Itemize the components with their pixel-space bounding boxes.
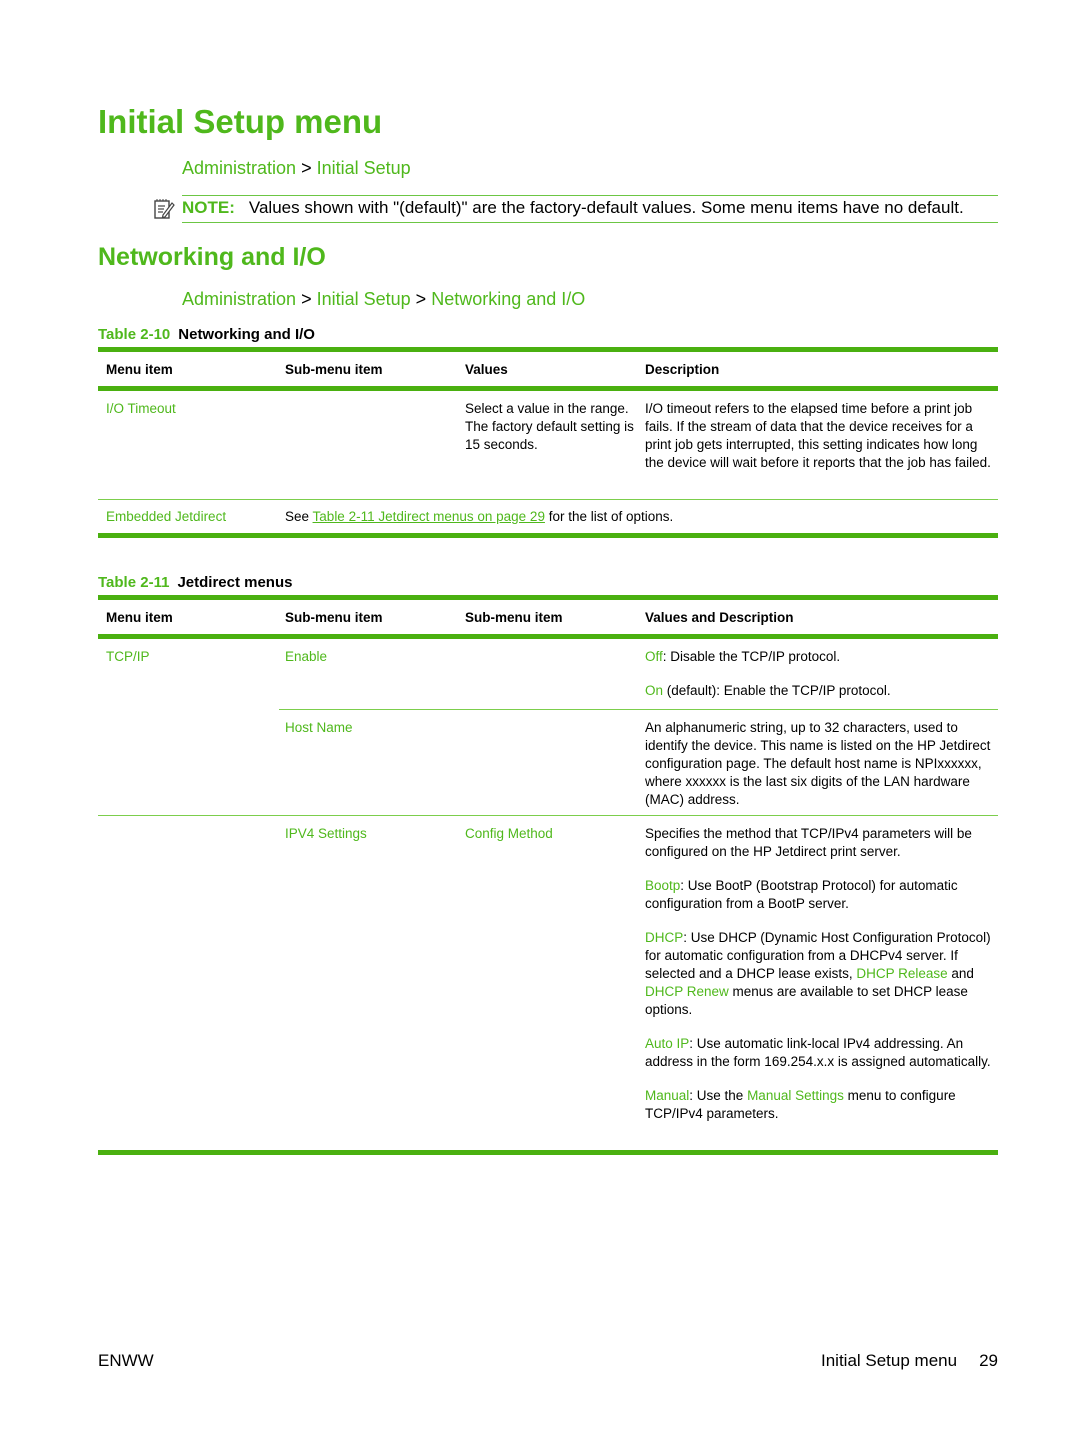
manual-settings-link[interactable]: Manual Settings <box>747 1088 844 1103</box>
table-row: IPV4 Settings Config Method Specifies th… <box>98 816 998 1150</box>
submenu-item-config-method[interactable]: Config Method <box>465 825 553 843</box>
column-header: Description <box>645 362 720 377</box>
breadcrumb-separator: > <box>301 158 312 178</box>
table-2-11-link[interactable]: Table 2-11 Jetdirect menus on page 29 <box>313 509 545 524</box>
menu-item-io-timeout[interactable]: I/O Timeout <box>106 400 176 418</box>
dhcp-release-link[interactable]: DHCP Release <box>856 966 947 981</box>
table-row: I/O Timeout Select a value in the range.… <box>98 391 998 499</box>
values-cell: Select a value in the range. The factory… <box>465 401 634 452</box>
breadcrumb-separator: > <box>301 289 312 309</box>
column-header: Sub-menu item <box>465 610 563 625</box>
value-key-dhcp[interactable]: DHCP <box>645 930 683 945</box>
value-key-autoip[interactable]: Auto IP <box>645 1036 689 1051</box>
value-text: and <box>947 966 974 981</box>
table-rule <box>98 533 998 538</box>
breadcrumb-item[interactable]: Networking and I/O <box>431 289 585 309</box>
column-header: Menu item <box>106 610 173 625</box>
breadcrumb-networking: Administration > Initial Setup > Network… <box>182 289 585 310</box>
table-caption-2-10: Table 2-10 Networking and I/O <box>98 326 315 344</box>
submenu-item-ipv4-settings[interactable]: IPV4 Settings <box>285 825 367 843</box>
value-text: : Use automatic link-local IPv4 addressi… <box>645 1036 991 1069</box>
column-header: Menu item <box>106 362 173 377</box>
note-pencil-icon <box>154 199 175 219</box>
value-text: : Disable the TCP/IP protocol. <box>662 649 841 664</box>
table-header-row: Menu item Sub-menu item Values Descripti… <box>98 352 998 386</box>
enable-values: Off: Disable the TCP/IP protocol. On (de… <box>645 648 995 716</box>
see-prefix: See <box>285 509 310 524</box>
table-rule <box>98 1150 998 1155</box>
value-entry-manual: Manual: Use the Manual Settings menu to … <box>645 1087 995 1123</box>
value-key-on[interactable]: On <box>645 683 663 698</box>
value-entry-bootp: Bootp: Use BootP (Bootstrap Protocol) fo… <box>645 877 995 913</box>
table-row: Embedded Jetdirect See Table 2-11 Jetdir… <box>98 500 998 533</box>
column-header: Values and Description <box>645 610 794 625</box>
breadcrumb-item[interactable]: Initial Setup <box>317 289 411 309</box>
jetdirect-menus-table: Menu item Sub-menu item Sub-menu item Va… <box>98 595 998 1155</box>
breadcrumb-initial-setup: Administration > Initial Setup <box>182 158 411 179</box>
table-title: Jetdirect menus <box>177 574 293 591</box>
column-header: Sub-menu item <box>285 362 383 377</box>
description-cell: I/O timeout refers to the elapsed time b… <box>645 401 991 470</box>
value-key-bootp[interactable]: Bootp <box>645 878 680 893</box>
note-label: NOTE: <box>182 198 235 217</box>
see-suffix: for the list of options. <box>548 509 674 524</box>
note-text: Values shown with "(default)" are the fa… <box>248 198 964 217</box>
value-text: : Use the <box>689 1088 748 1103</box>
see-reference: See Table 2-11 Jetdirect menus on page 2… <box>285 508 673 526</box>
column-header: Sub-menu item <box>285 610 383 625</box>
breadcrumb-item[interactable]: Administration <box>182 158 296 178</box>
table-row: Host Name An alphanumeric string, up to … <box>98 710 998 815</box>
value-key-manual[interactable]: Manual <box>645 1088 689 1103</box>
page-title: Initial Setup menu <box>98 103 383 140</box>
value-key-off[interactable]: Off <box>645 649 663 664</box>
footer-section: Initial Setup menu <box>820 1351 958 1370</box>
menu-item-embedded-jetdirect[interactable]: Embedded Jetdirect <box>106 508 226 526</box>
value-entry-autoip: Auto IP: Use automatic link-local IPv4 a… <box>645 1035 995 1071</box>
column-header: Values <box>465 362 508 377</box>
section-title: Networking and I/O <box>98 243 326 271</box>
submenu-item-host-name[interactable]: Host Name <box>285 719 353 737</box>
host-name-description: An alphanumeric string, up to 32 charact… <box>645 720 991 807</box>
note-box: NOTE: Values shown with "(default)" are t… <box>154 195 998 223</box>
table-caption-2-11: Table 2-11 Jetdirect menus <box>98 574 293 592</box>
dhcp-renew-link[interactable]: DHCP Renew <box>645 984 729 999</box>
footer-page-info: Initial Setup menu 29 <box>821 1351 998 1371</box>
breadcrumb-separator: > <box>415 289 427 309</box>
table-title: Networking and I/O <box>178 326 315 343</box>
table-number: Table 2-10 <box>98 326 171 343</box>
footer-locale: ENWW <box>98 1351 154 1370</box>
networking-io-table: Menu item Sub-menu item Values Descripti… <box>98 347 998 538</box>
table-header-row: Menu item Sub-menu item Sub-menu item Va… <box>98 600 998 634</box>
value-text: : Use BootP (Bootstrap Protocol) for aut… <box>645 878 958 911</box>
table-row: TCP/IP Enable Off: Disable the TCP/IP pr… <box>98 639 998 709</box>
page-number: 29 <box>979 1351 998 1370</box>
submenu-item-enable[interactable]: Enable <box>285 648 327 666</box>
value-entry-dhcp: DHCP: Use DHCP (Dynamic Host Configurati… <box>645 929 995 1019</box>
value-text: (default): Enable the TCP/IP protocol. <box>663 683 891 698</box>
menu-item-tcpip[interactable]: TCP/IP <box>106 648 150 666</box>
config-method-description: Specifies the method that TCP/IPv4 param… <box>645 825 995 1139</box>
value-entry: Off: Disable the TCP/IP protocol. <box>645 648 995 666</box>
value-entry: On (default): Enable the TCP/IP protocol… <box>645 682 995 700</box>
table-number: Table 2-11 <box>98 574 170 591</box>
breadcrumb-item[interactable]: Initial Setup <box>317 158 411 178</box>
config-intro: Specifies the method that TCP/IPv4 param… <box>645 826 972 859</box>
breadcrumb-item[interactable]: Administration <box>182 289 296 309</box>
